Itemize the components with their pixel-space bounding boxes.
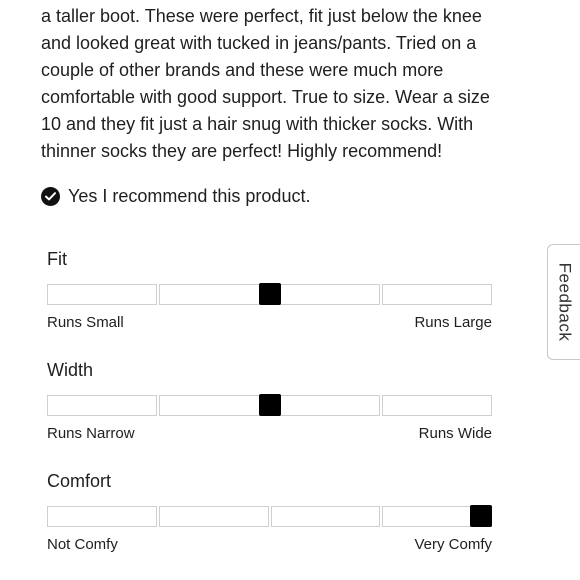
- low-label: Runs Narrow: [47, 425, 135, 442]
- scale-segment: [47, 395, 157, 416]
- review-line: and looked great with tucked in jeans/pa…: [41, 33, 477, 53]
- review-line: thinner socks they are perfect! Highly r…: [41, 141, 443, 161]
- review-page: a taller boot. These were perfect, fit j…: [0, 0, 580, 580]
- review-line: a taller boot. These were perfect, fit j…: [41, 6, 482, 26]
- scale-segment: [47, 284, 157, 305]
- low-label: Runs Small: [47, 314, 124, 331]
- scale-labels: Runs Narrow Runs Wide: [47, 425, 492, 442]
- check-circle-icon: [41, 187, 60, 206]
- rating-fit: Fit Runs Small Runs Large: [47, 247, 492, 331]
- fit-marker: [258, 283, 281, 305]
- review-line: couple of other brands and these were mu…: [41, 60, 444, 80]
- scale-segment: [270, 284, 381, 305]
- review-line: comfortable with good support. True to s…: [41, 87, 490, 107]
- scale-segment: [158, 395, 269, 416]
- width-scale: [47, 394, 492, 416]
- rating-title: Comfort: [47, 471, 112, 491]
- scale-labels: Runs Small Runs Large: [47, 314, 492, 331]
- high-label: Runs Large: [414, 314, 492, 331]
- scale-segment: [270, 395, 381, 416]
- feedback-label: Feedback: [555, 262, 575, 342]
- low-label: Not Comfy: [47, 536, 118, 553]
- scale-segment: [158, 506, 269, 527]
- rating-title: Fit: [47, 249, 67, 269]
- rating-width: Width Runs Narrow Runs Wide: [47, 358, 492, 442]
- review-line: 10 and they fit just a hair snug with th…: [41, 114, 474, 134]
- high-label: Very Comfy: [414, 536, 492, 553]
- fit-scale: [47, 283, 492, 305]
- scale-segment: [158, 284, 269, 305]
- comfort-marker: [470, 505, 492, 527]
- scale-segment: [382, 284, 492, 305]
- comfort-scale: [47, 505, 492, 527]
- recommendation: Yes I recommend this product.: [41, 186, 310, 207]
- scale-segment: [47, 506, 157, 527]
- feedback-tab[interactable]: Feedback: [547, 244, 580, 360]
- scale-segment: [270, 506, 381, 527]
- rating-title: Width: [47, 360, 94, 380]
- high-label: Runs Wide: [418, 425, 492, 442]
- scale-segment: [382, 395, 492, 416]
- recommendation-label: Yes I recommend this product.: [68, 186, 311, 206]
- scale-labels: Not Comfy Very Comfy: [47, 536, 492, 553]
- rating-comfort: Comfort Not Comfy Very Comfy: [47, 469, 492, 553]
- review-body: a taller boot. These were perfect, fit j…: [41, 3, 541, 165]
- width-marker: [258, 394, 281, 416]
